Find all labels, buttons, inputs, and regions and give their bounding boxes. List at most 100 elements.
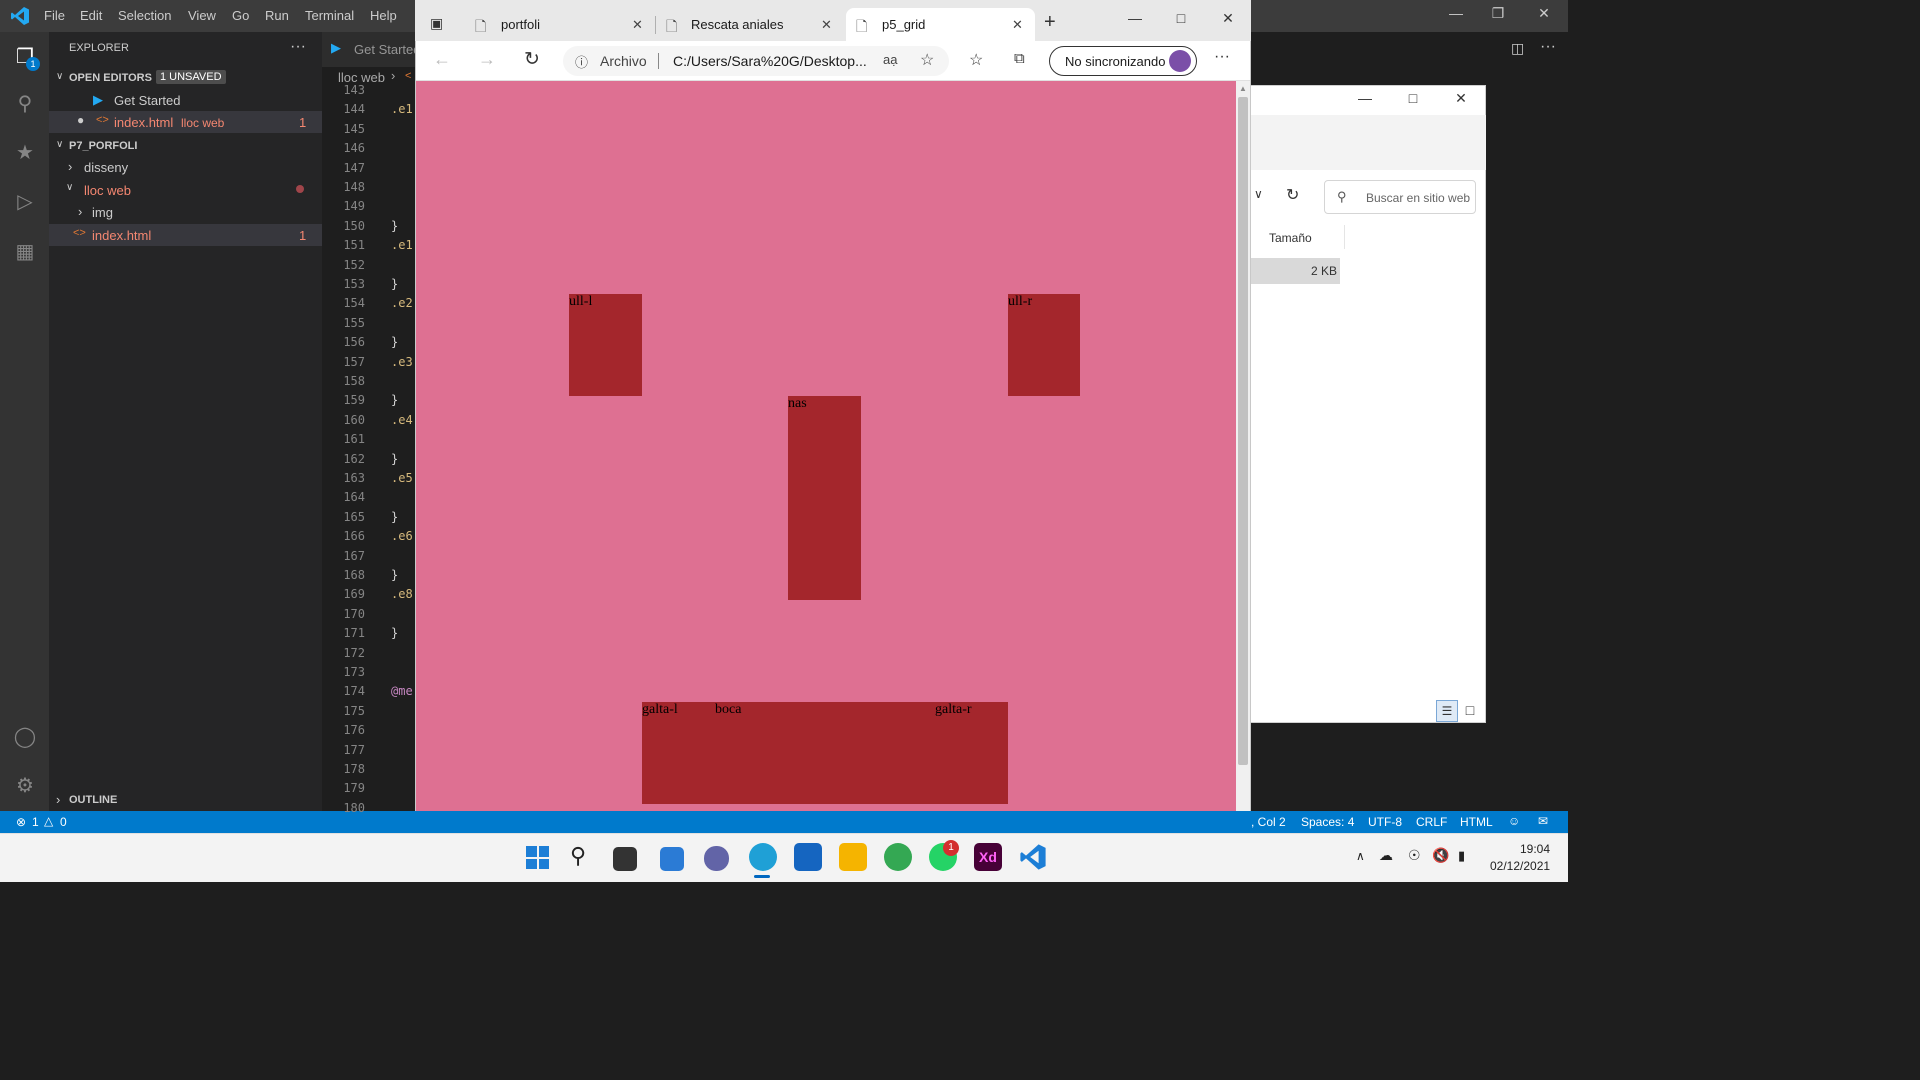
- browser-maximize-icon[interactable]: □: [1169, 10, 1193, 26]
- scroll-up-icon[interactable]: ▲: [1239, 84, 1247, 93]
- menu-selection[interactable]: Selection: [118, 8, 171, 23]
- file-row[interactable]: 2 KB: [1251, 258, 1340, 284]
- chevron-right-icon[interactable]: ›: [56, 792, 60, 807]
- browser-tab-p5-grid[interactable]: 🗋 p5_grid ✕: [846, 8, 1035, 41]
- explorer-maximize-icon[interactable]: □: [1401, 90, 1425, 106]
- code-line[interactable]: }: [391, 393, 398, 407]
- explorer-search-input[interactable]: ⚲ Buscar en sitio web: [1324, 180, 1476, 214]
- close-tab-icon[interactable]: ✕: [632, 17, 643, 33]
- status-spaces[interactable]: Spaces: 4: [1301, 815, 1354, 829]
- widgets-icon[interactable]: [660, 847, 684, 871]
- feedback-icon[interactable]: ☺: [1508, 814, 1520, 828]
- menu-go[interactable]: Go: [232, 8, 249, 23]
- url-text[interactable]: C:/Users/Sara%20G/Desktop...: [673, 53, 867, 69]
- outline-header[interactable]: OUTLINE: [69, 794, 117, 806]
- code-line[interactable]: }: [391, 277, 398, 291]
- code-line[interactable]: .e1: [391, 238, 413, 252]
- code-line[interactable]: .e2: [391, 296, 413, 310]
- project-header[interactable]: P7_PORFOLI: [69, 140, 137, 152]
- back-icon[interactable]: ←: [433, 49, 451, 70]
- code-line[interactable]: }: [391, 335, 398, 349]
- open-editor-index-html[interactable]: ● <> index.html lloc web 1: [49, 111, 322, 133]
- onedrive-icon[interactable]: ☁: [1379, 847, 1393, 864]
- browser-close-icon[interactable]: ✕: [1216, 10, 1240, 27]
- tree-folder-img[interactable]: › img: [49, 201, 322, 223]
- chevron-up-icon[interactable]: ∧: [1356, 849, 1365, 863]
- open-editor-get-started[interactable]: ▶ Get Started: [49, 89, 322, 111]
- vscode-restore-icon[interactable]: ❐: [1486, 5, 1510, 22]
- status-encoding[interactable]: UTF-8: [1368, 815, 1402, 829]
- notifications-icon[interactable]: ✉: [1538, 814, 1548, 828]
- code-line[interactable]: .e1: [391, 102, 413, 116]
- profile-sync-button[interactable]: No sincronizando: [1049, 46, 1197, 76]
- details-view-icon[interactable]: ☰: [1436, 700, 1458, 722]
- clock-date[interactable]: 02/12/2021: [1490, 859, 1550, 873]
- chrome-icon[interactable]: [884, 843, 912, 871]
- status-position[interactable]: , Col 2: [1251, 815, 1286, 829]
- browser-tab-portfoli[interactable]: 🗋 portfoli ✕: [465, 8, 655, 41]
- settings-gear-icon[interactable]: ⚙: [10, 771, 40, 801]
- vscode-minimize-icon[interactable]: —: [1444, 5, 1468, 21]
- teams-chat-icon[interactable]: [704, 846, 729, 871]
- status-eol[interactable]: CRLF: [1416, 815, 1447, 829]
- menu-help[interactable]: Help: [370, 8, 397, 23]
- code-line[interactable]: @me: [391, 684, 413, 698]
- more-actions-icon[interactable]: ···: [1540, 38, 1556, 56]
- forward-icon[interactable]: →: [478, 49, 496, 70]
- account-icon[interactable]: ◯: [10, 722, 40, 752]
- add-favorite-icon[interactable]: ☆: [920, 50, 934, 70]
- code-line[interactable]: .e8: [391, 587, 413, 601]
- chevron-down-icon[interactable]: ∨: [56, 71, 63, 82]
- code-line[interactable]: .e3: [391, 355, 413, 369]
- tree-folder-disseny[interactable]: › disseny: [49, 156, 322, 178]
- chevron-down-icon[interactable]: ∨: [1254, 187, 1263, 201]
- explorer-close-icon[interactable]: ✕: [1449, 90, 1473, 107]
- column-header-size[interactable]: Tamaño: [1269, 231, 1312, 245]
- refresh-icon[interactable]: ↻: [1286, 185, 1299, 205]
- settings-more-icon[interactable]: ···: [1214, 48, 1230, 66]
- status-errors[interactable]: 1: [32, 815, 39, 829]
- start-icon[interactable]: [526, 846, 549, 869]
- close-tab-icon[interactable]: ✕: [1012, 17, 1023, 33]
- address-bar[interactable]: ⓘ Archivo C:/Users/Sara%20G/Desktop... a…: [563, 46, 949, 76]
- tree-file-index-html[interactable]: <> index.html 1: [49, 224, 322, 246]
- tree-folder-lloc-web[interactable]: ∨ lloc web: [49, 179, 322, 201]
- status-warnings[interactable]: 0: [60, 815, 67, 829]
- run-debug-icon[interactable]: ▷: [10, 187, 40, 217]
- menu-view[interactable]: View: [188, 8, 216, 23]
- minimap[interactable]: [1485, 67, 1568, 811]
- mail-icon[interactable]: [794, 843, 822, 871]
- wifi-icon[interactable]: ☉: [1408, 847, 1421, 864]
- vscode-taskbar-icon[interactable]: [1019, 843, 1047, 871]
- explorer-minimize-icon[interactable]: —: [1353, 90, 1377, 106]
- code-line[interactable]: }: [391, 510, 398, 524]
- scrollbar-thumb[interactable]: [1238, 97, 1248, 765]
- favorites-icon[interactable]: ☆: [969, 50, 983, 70]
- tab-get-started[interactable]: ▶ Get Started: [322, 32, 420, 67]
- file-explorer-icon[interactable]: [839, 843, 867, 871]
- code-line[interactable]: .e5: [391, 471, 413, 485]
- task-view-icon[interactable]: [613, 847, 637, 871]
- tab-actions-icon[interactable]: ▣: [430, 15, 443, 32]
- info-icon[interactable]: ⓘ: [575, 52, 588, 71]
- browser-tab-rescata[interactable]: 🗋 Rescata aniales ✕: [656, 8, 844, 41]
- code-line[interactable]: }: [391, 626, 398, 640]
- edge-icon[interactable]: [749, 843, 777, 871]
- search-icon[interactable]: ⚲: [570, 843, 586, 869]
- more-actions-icon[interactable]: ···: [290, 38, 306, 56]
- clock-time[interactable]: 19:04: [1520, 842, 1550, 856]
- battery-icon[interactable]: ▮: [1458, 848, 1465, 864]
- code-line[interactable]: .e4: [391, 413, 413, 427]
- code-line[interactable]: }: [391, 452, 398, 466]
- volume-muted-icon[interactable]: 🔇: [1432, 847, 1449, 864]
- source-control-icon[interactable]: ★: [10, 138, 40, 168]
- chevron-down-icon[interactable]: ∨: [56, 139, 63, 150]
- new-tab-icon[interactable]: +: [1044, 11, 1056, 34]
- split-editor-icon[interactable]: ◫: [1511, 40, 1524, 57]
- extensions-icon[interactable]: ▦: [10, 237, 40, 267]
- status-language[interactable]: HTML: [1460, 815, 1493, 829]
- vscode-close-icon[interactable]: ✕: [1532, 5, 1556, 22]
- refresh-icon[interactable]: ↻: [524, 48, 540, 71]
- code-line[interactable]: .e6: [391, 529, 413, 543]
- warning-icon[interactable]: △: [44, 814, 53, 828]
